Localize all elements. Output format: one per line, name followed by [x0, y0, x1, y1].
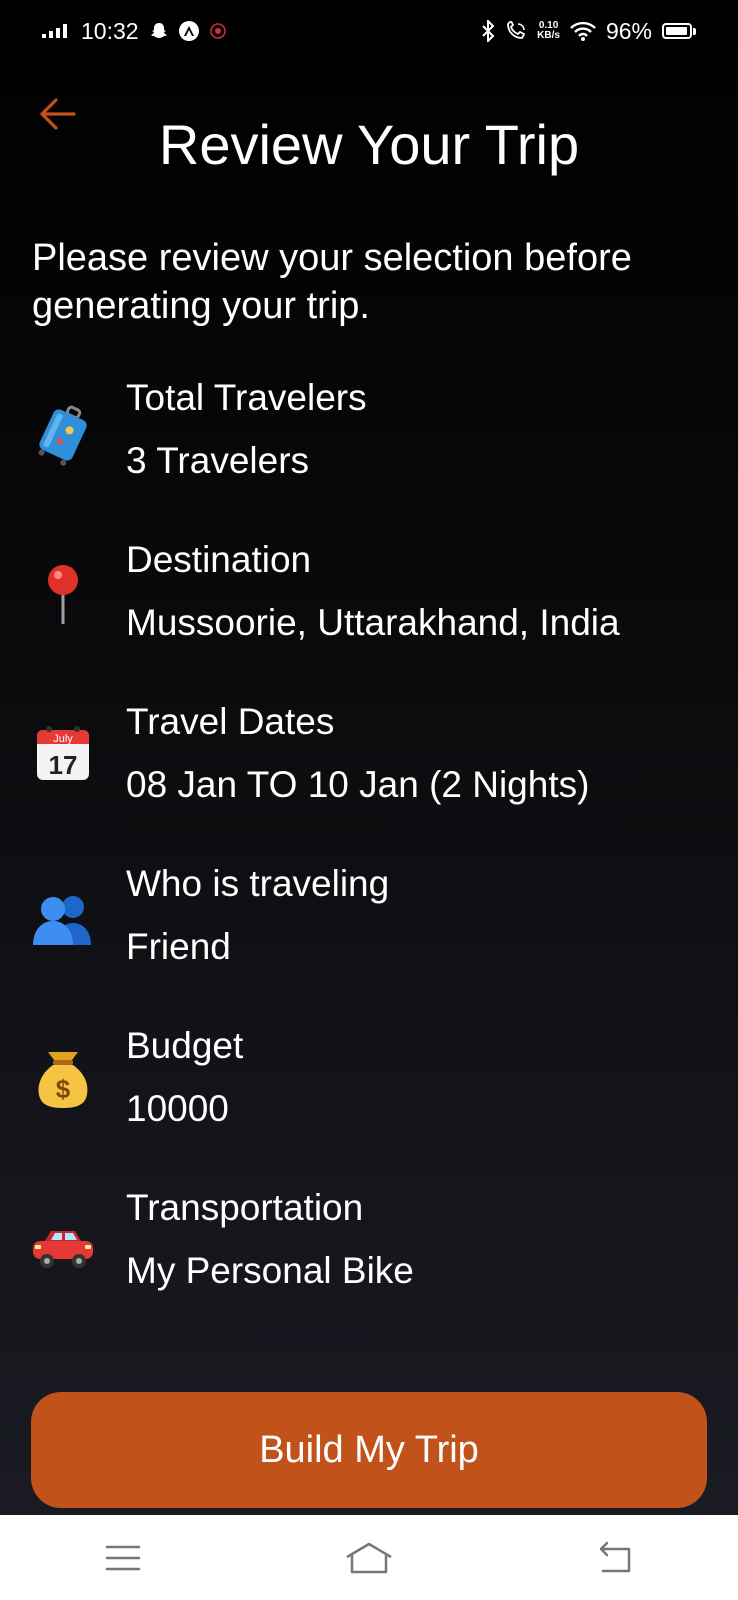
back-nav-button[interactable] [575, 1528, 655, 1588]
build-my-trip-button[interactable]: Build My Trip [31, 1392, 707, 1508]
snapchat-icon [149, 21, 169, 41]
wifi-calling-icon [505, 21, 527, 41]
menu-icon [105, 1545, 141, 1570]
item-label: Who is traveling [126, 863, 390, 904]
recording-icon [209, 22, 227, 40]
review-item-travelers: Total Travelers 3 Travelers [0, 376, 738, 506]
status-time: 10:32 [81, 17, 139, 44]
review-item-dates: July 17 Travel Dates 08 Jan TO 10 Jan (2… [0, 700, 738, 830]
intro-text: Please review your selection before gene… [32, 237, 632, 327]
app-notification-icon [178, 21, 199, 41]
network-speed-unit: KB/s [537, 30, 560, 41]
wifi-icon [570, 21, 596, 41]
item-label: Transportation [126, 1187, 364, 1228]
car-icon [30, 1216, 96, 1282]
system-nav-bar [0, 1515, 738, 1600]
calendar-month: July [53, 733, 73, 745]
status-bar: 10:32 0.10 KB/s 96% [0, 0, 738, 62]
item-value: 10000 [126, 1088, 229, 1129]
battery-icon [662, 23, 696, 39]
item-value: 08 Jan TO 10 Jan (2 Nights) [126, 764, 590, 805]
calendar-icon: July 17 [30, 720, 96, 786]
item-label: Total Travelers [126, 377, 367, 418]
review-item-transportation: Transportation My Personal Bike [0, 1186, 738, 1316]
page-title: Review Your Trip [158, 113, 580, 176]
item-value: Mussoorie, Uttarakhand, India [126, 602, 620, 643]
item-label: Travel Dates [126, 701, 335, 742]
bluetooth-icon [481, 20, 495, 42]
menu-nav-button[interactable] [83, 1528, 163, 1588]
review-item-who: Who is traveling Friend [0, 862, 738, 992]
item-value: My Personal Bike [126, 1250, 414, 1291]
svg-text:$: $ [56, 1074, 71, 1104]
item-value: Friend [126, 926, 231, 967]
map-pin-icon [30, 562, 96, 628]
people-icon [30, 886, 96, 952]
network-speed: 0.10 KB/s [537, 21, 560, 41]
home-icon [346, 1542, 392, 1573]
item-label: Destination [126, 539, 312, 580]
review-item-destination: Destination Mussoorie, Uttarakhand, Indi… [0, 538, 738, 668]
battery-percent: 96% [605, 17, 652, 44]
review-item-budget: $ Budget 10000 [0, 1024, 738, 1154]
back-nav-icon [599, 1541, 631, 1572]
signal-icon [42, 24, 67, 38]
calendar-day: 17 [49, 750, 78, 780]
home-nav-button[interactable] [329, 1528, 409, 1588]
item-value: 3 Travelers [126, 440, 310, 481]
money-bag-icon: $ [30, 1046, 96, 1112]
item-label: Budget [126, 1025, 244, 1066]
luggage-icon [30, 402, 96, 468]
